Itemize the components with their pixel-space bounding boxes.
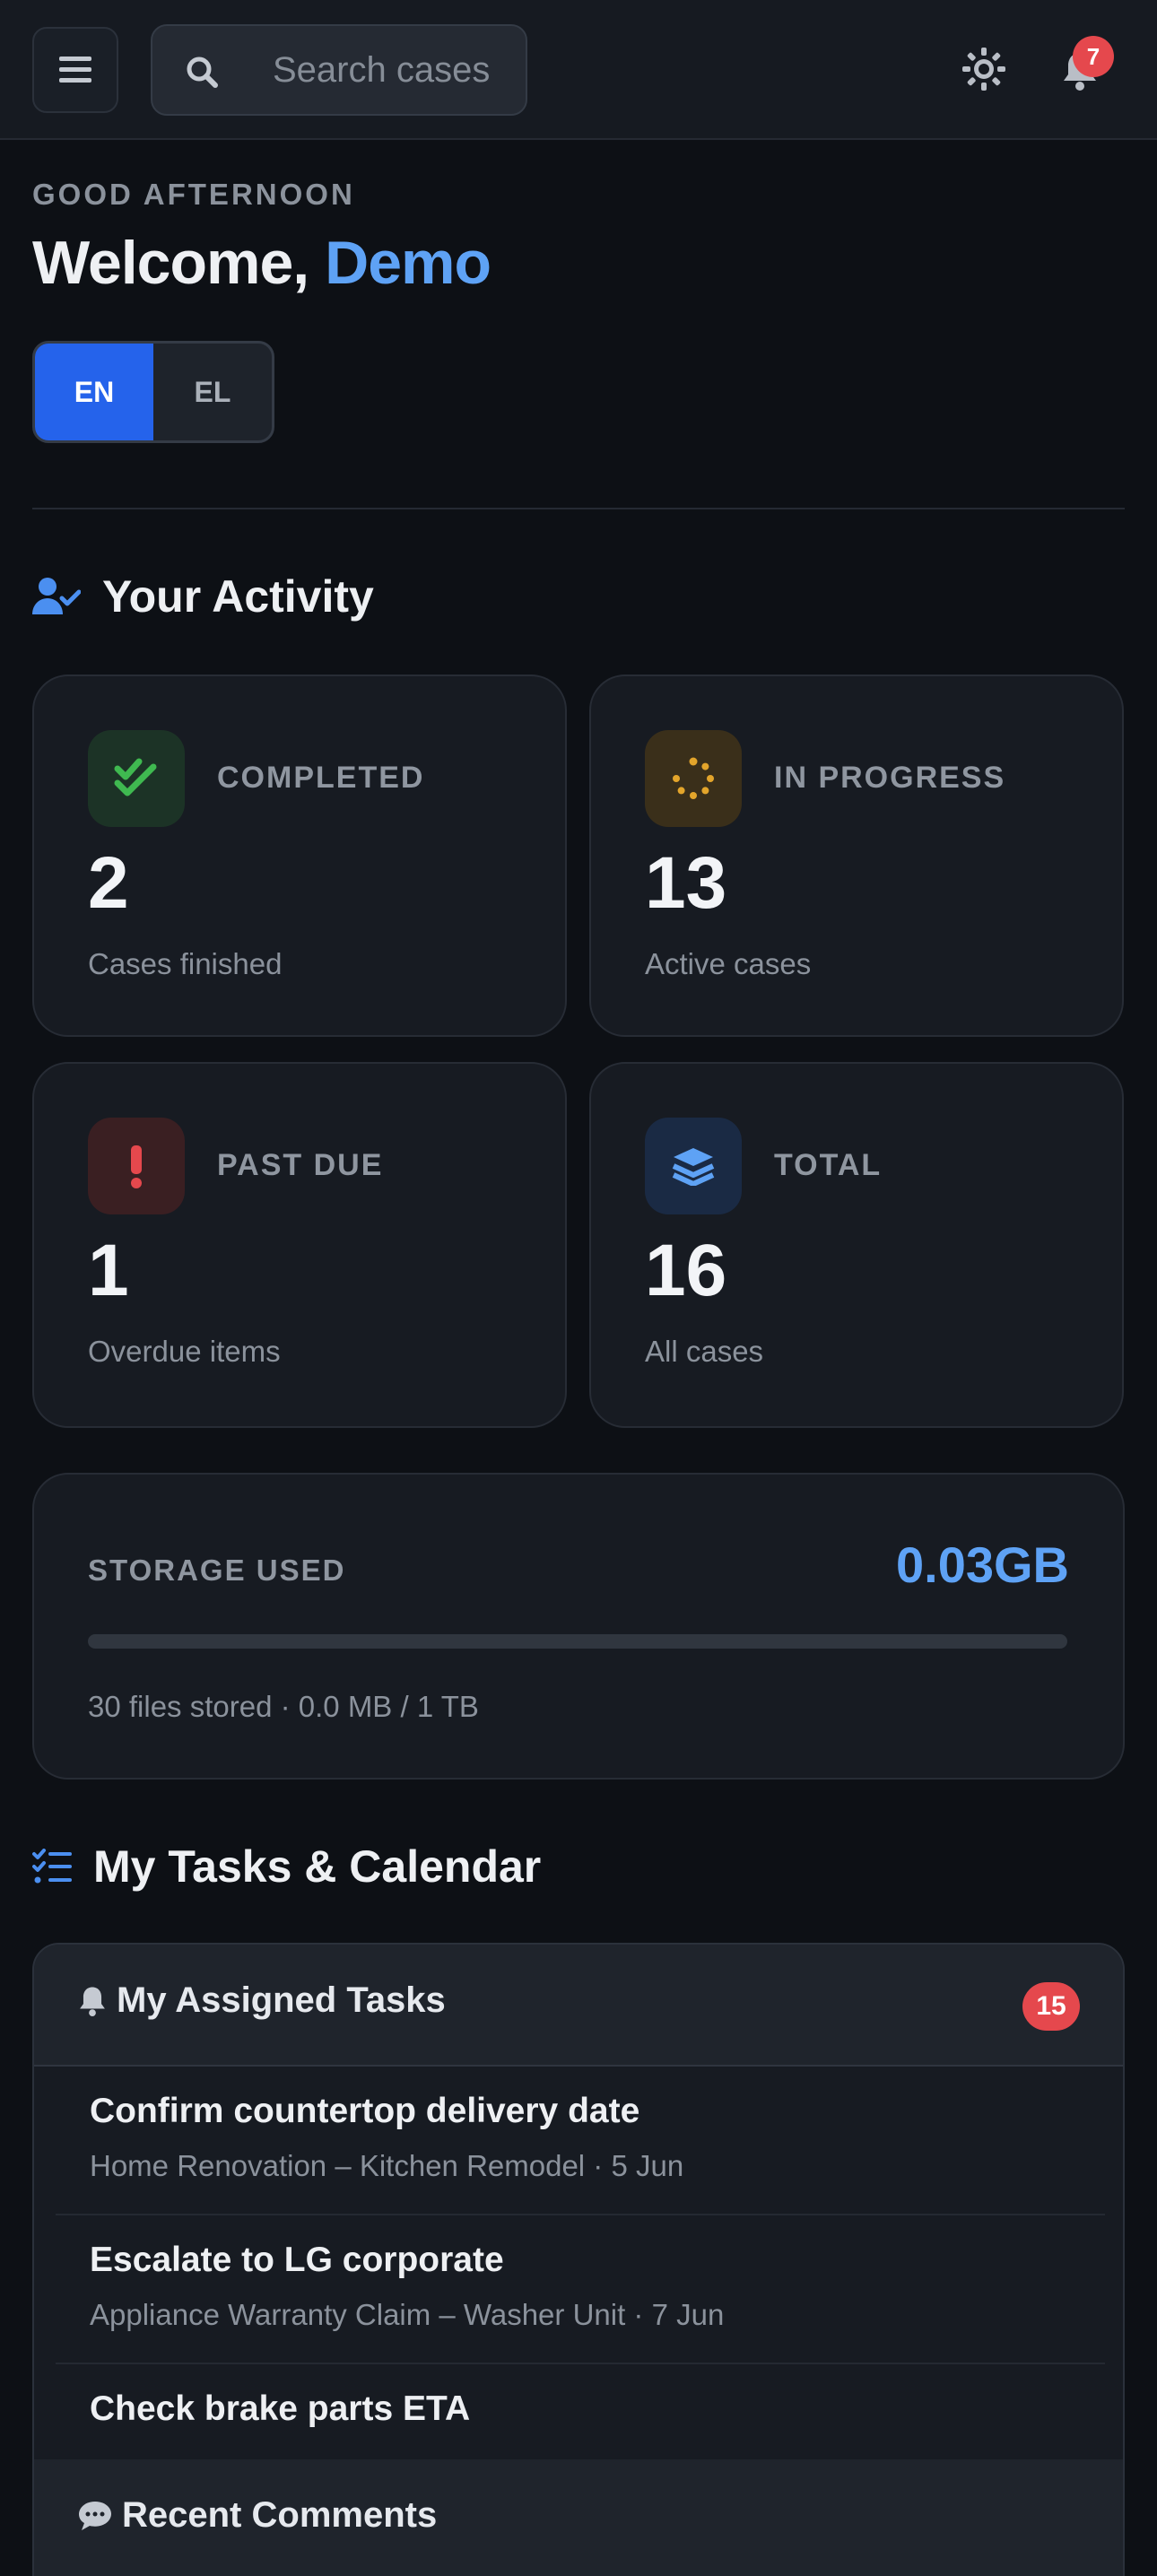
storage-label: STORAGE USED <box>88 1553 346 1587</box>
greeting-eyebrow: GOOD AFTERNOON <box>32 178 355 211</box>
storage-details: 30 files stored · 0.0 MB / 1 TB <box>88 1690 479 1723</box>
task-item[interactable]: Confirm countertop delivery date Home Re… <box>56 2068 1105 2215</box>
page-title: Welcome, Demo <box>32 228 492 298</box>
search-input[interactable] <box>273 26 524 114</box>
stat-card-completed[interactable]: COMPLETED 2 Cases finished <box>32 674 567 1037</box>
sun-icon[interactable] <box>961 47 1006 91</box>
stat-label: PAST DUE <box>217 1148 384 1182</box>
task-title: Confirm countertop delivery date <box>90 2092 640 2130</box>
bell-icon <box>80 1987 105 2016</box>
assigned-tasks-count-badge: 15 <box>1022 1982 1080 2031</box>
spinner-icon <box>673 757 714 799</box>
list-check-icon <box>32 1849 72 1884</box>
stat-caption: Active cases <box>645 947 812 980</box>
recent-comments-title-row: Recent Comments <box>77 2495 437 2536</box>
recent-comments-header[interactable]: Recent Comments <box>32 2459 1125 2576</box>
stat-value: 2 <box>88 842 129 924</box>
task-title: Check brake parts ETA <box>90 2389 471 2428</box>
stat-value: 13 <box>645 842 727 924</box>
layers-icon <box>672 1148 715 1186</box>
storage-value: 0.03GB <box>896 1536 1069 1593</box>
stat-caption: Cases finished <box>88 947 283 980</box>
stat-label: COMPLETED <box>217 761 425 795</box>
activity-title: Your Activity <box>102 571 374 622</box>
hamburger-icon <box>59 57 91 83</box>
stat-icon-box <box>88 730 185 827</box>
tasks-heading: My Tasks & Calendar <box>32 1841 541 1893</box>
assigned-tasks-title: My Assigned Tasks <box>117 1980 446 2020</box>
stat-icon-box <box>88 1118 185 1214</box>
welcome-prefix: Welcome, <box>32 229 309 297</box>
activity-heading: Your Activity <box>32 570 374 622</box>
stat-value: 16 <box>645 1230 727 1311</box>
user-check-icon <box>32 578 81 614</box>
storage-card: STORAGE USED 0.03GB 30 files stored · 0.… <box>32 1473 1125 1780</box>
exclamation-icon <box>131 1145 142 1188</box>
recent-comments-title: Recent Comments <box>122 2495 438 2535</box>
stat-label: IN PROGRESS <box>774 761 1006 795</box>
tasks-section-title: My Tasks & Calendar <box>93 1841 542 1892</box>
menu-button[interactable] <box>32 27 118 113</box>
comment-icon <box>79 2501 111 2530</box>
stat-card-total[interactable]: TOTAL 16 All cases <box>589 1062 1124 1428</box>
user-name: Demo <box>325 229 492 297</box>
stat-caption: All cases <box>645 1335 764 1368</box>
assigned-tasks-title-row: My Assigned Tasks <box>77 1980 446 2021</box>
storage-progress-bar <box>88 1634 1067 1649</box>
top-bar: 7 <box>0 0 1157 140</box>
stat-card-in-progress[interactable]: IN PROGRESS 13 Active cases <box>589 674 1124 1037</box>
language-option-en[interactable]: EN <box>35 344 153 440</box>
task-title: Escalate to LG corporate <box>90 2241 504 2279</box>
search-box[interactable] <box>151 24 527 116</box>
stat-label: TOTAL <box>774 1148 883 1182</box>
search-icon <box>187 57 218 88</box>
divider <box>32 508 1125 509</box>
check-double-icon <box>114 758 157 796</box>
task-meta: Appliance Warranty Claim – Washer Unit ·… <box>90 2298 725 2331</box>
stat-icon-box <box>645 730 742 827</box>
stat-value: 1 <box>88 1230 129 1311</box>
language-option-el[interactable]: EL <box>153 344 272 440</box>
stat-icon-box <box>645 1118 742 1214</box>
language-toggle: EN EL <box>32 341 274 443</box>
task-meta: Home Renovation – Kitchen Remodel · 5 Ju… <box>90 2149 684 2182</box>
stat-caption: Overdue items <box>88 1335 281 1368</box>
task-item[interactable]: Escalate to LG corporate Appliance Warra… <box>56 2217 1105 2364</box>
stat-card-past-due[interactable]: PAST DUE 1 Overdue items <box>32 1062 567 1428</box>
assigned-tasks-header[interactable]: My Assigned Tasks 15 <box>34 1945 1123 2067</box>
notification-badge: 7 <box>1073 36 1114 77</box>
